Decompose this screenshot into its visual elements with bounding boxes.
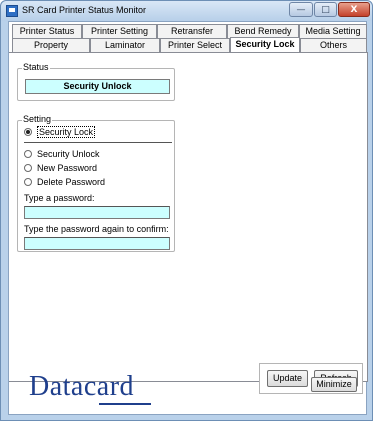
password-label: Type a password: (24, 193, 95, 203)
password-input[interactable] (24, 206, 170, 219)
app-window: SR Card Printer Status Monitor — □ X Pri… (0, 0, 373, 421)
update-button[interactable]: Update (267, 370, 308, 387)
tab-bend-remedy[interactable]: Bend Remedy (227, 24, 299, 38)
radio-new-password-label: New Password (37, 163, 98, 173)
logo-underline (99, 403, 151, 405)
security-status-display: Security Unlock (25, 79, 170, 94)
status-group-label: Status (22, 62, 50, 72)
setting-group-label: Setting (22, 114, 53, 124)
radio-security-unlock[interactable]: Security Unlock (24, 149, 100, 159)
maximize-window-button[interactable]: □ (314, 2, 337, 17)
radio-delete-password-label: Delete Password (37, 177, 106, 187)
tab-retransfer[interactable]: Retransfer (157, 24, 227, 38)
tab-printer-setting[interactable]: Printer Setting (82, 24, 157, 38)
radio-unselected-icon[interactable] (24, 150, 32, 158)
radio-security-lock[interactable]: Security Lock (24, 126, 96, 138)
radio-unselected-icon[interactable] (24, 164, 32, 172)
radio-unselected-icon[interactable] (24, 178, 32, 186)
tab-property[interactable]: Property (12, 38, 90, 52)
radio-security-lock-label: Security Lock (37, 126, 96, 138)
minimize-button[interactable]: Minimize (311, 377, 357, 392)
title-bar[interactable]: SR Card Printer Status Monitor — □ X (1, 1, 372, 21)
minimize-window-button[interactable]: — (289, 2, 313, 17)
tab-media-setting[interactable]: Media Setting (299, 24, 367, 38)
radio-delete-password[interactable]: Delete Password (24, 177, 105, 187)
tab-laminator[interactable]: Laminator (90, 38, 160, 52)
confirm-password-input[interactable] (24, 237, 170, 250)
confirm-password-label: Type the password again to confirm: (24, 224, 169, 234)
window-title: SR Card Printer Status Monitor (22, 5, 147, 15)
radio-new-password[interactable]: New Password (24, 163, 97, 173)
radio-security-unlock-label: Security Unlock (37, 149, 100, 159)
client-area: Printer Status Printer Setting Retransfe… (8, 21, 368, 415)
printer-app-icon (6, 5, 18, 17)
setting-group: Setting Security Lock Security Unlock Ne… (17, 114, 175, 252)
security-lock-panel: Status Security Unlock Setting Security … (9, 52, 368, 394)
tab-security-lock[interactable]: Security Lock (230, 37, 300, 52)
option-separator (24, 142, 172, 143)
status-group: Status Security Unlock (17, 62, 175, 101)
close-window-button[interactable]: X (338, 2, 370, 17)
tab-printer-status[interactable]: Printer Status (12, 24, 82, 38)
tab-printer-select[interactable]: Printer Select (160, 38, 230, 52)
tab-others[interactable]: Others (300, 38, 367, 52)
datacard-logo: Datacard (29, 371, 135, 402)
radio-selected-icon[interactable] (24, 128, 32, 136)
